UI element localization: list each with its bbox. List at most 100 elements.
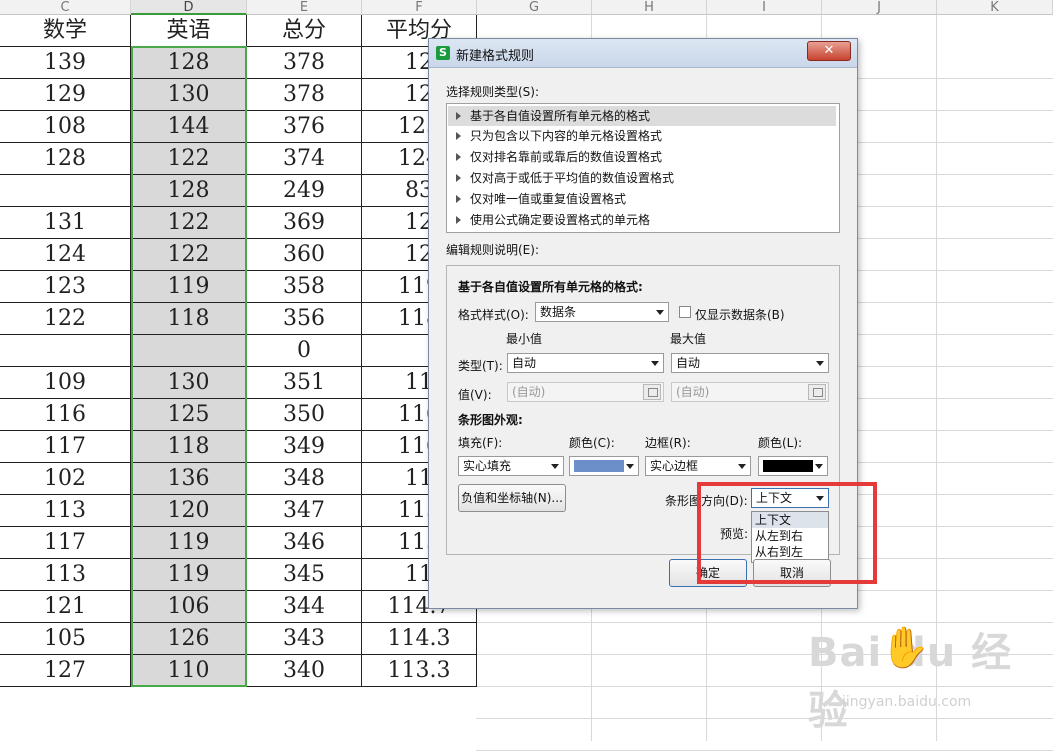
table-cell[interactable]: 131 [0,207,131,239]
table-cell[interactable]: 125 [131,399,247,431]
table-cell[interactable]: 102 [0,463,131,495]
fill-color-picker[interactable] [569,456,639,476]
table-cell[interactable]: 356 [247,303,362,335]
table-cell[interactable]: 128 [131,47,247,79]
column-header-e[interactable]: E [247,0,362,15]
table-cell[interactable]: 120 [131,495,247,527]
table-cell[interactable]: 122 [131,207,247,239]
table-cell[interactable]: 106 [131,591,247,623]
ok-button[interactable]: 确定 [669,559,747,587]
header-cell[interactable]: 数学 [0,15,131,47]
direction-option[interactable]: 从右到左 [752,544,828,560]
table-cell[interactable]: 378 [247,79,362,111]
column-header-f[interactable]: F [362,0,477,15]
border-select[interactable]: 实心边框 [645,456,751,476]
table-cell[interactable]: 122 [0,303,131,335]
table-cell[interactable]: 249 [247,175,362,207]
max-type-select[interactable]: 自动 [671,353,829,373]
table-cell[interactable]: 378 [247,47,362,79]
table-cell[interactable]: 119 [131,527,247,559]
table-cell[interactable]: 113 [0,495,131,527]
cancel-button[interactable]: 取消 [753,559,831,587]
column-header-c[interactable]: C [0,0,131,15]
fill-select[interactable]: 实心填充 [458,456,564,476]
header-cell[interactable]: 总分 [247,15,362,47]
table-cell[interactable] [131,335,247,367]
max-value-field[interactable]: (自动) [671,382,829,402]
table-cell[interactable]: 116 [0,399,131,431]
rule-type-item[interactable]: 只为包含以下内容的单元格设置格式 [448,126,836,146]
table-cell[interactable]: 128 [0,143,131,175]
rule-type-item[interactable]: 使用公式确定要设置格式的单元格 [448,210,836,230]
negative-axis-button[interactable]: 负值和坐标轴(N)... [458,484,566,512]
table-cell[interactable]: 118 [131,303,247,335]
table-cell[interactable]: 126 [131,623,247,655]
table-cell[interactable]: 113 [0,559,131,591]
table-cell[interactable]: 139 [0,47,131,79]
table-cell[interactable]: 119 [131,271,247,303]
table-cell[interactable]: 369 [247,207,362,239]
table-cell[interactable]: 108 [0,111,131,143]
table-cell[interactable]: 345 [247,559,362,591]
table-cell[interactable]: 346 [247,527,362,559]
table-cell[interactable]: 343 [247,623,362,655]
table-cell[interactable]: 122 [131,239,247,271]
table-cell[interactable]: 144 [131,111,247,143]
table-cell[interactable]: 360 [247,239,362,271]
column-header-d[interactable]: D [131,0,247,15]
column-header-i[interactable]: I [707,0,822,15]
table-cell[interactable]: 114.3 [362,623,477,655]
table-cell[interactable]: 117 [0,527,131,559]
direction-option[interactable]: 上下文 [752,512,828,528]
header-cell[interactable]: 英语 [131,15,247,47]
table-cell[interactable]: 110 [131,655,247,687]
table-cell[interactable]: 105 [0,623,131,655]
table-cell[interactable]: 358 [247,271,362,303]
table-cell[interactable]: 351 [247,367,362,399]
column-header-h[interactable]: H [592,0,707,15]
table-cell[interactable]: 136 [131,463,247,495]
table-cell[interactable]: 123 [0,271,131,303]
table-cell[interactable]: 0 [247,335,362,367]
table-cell[interactable]: 124 [0,239,131,271]
range-picker-icon[interactable] [808,384,826,400]
rule-type-item[interactable]: 基于各自值设置所有单元格的格式 [448,106,836,126]
table-cell[interactable]: 340 [247,655,362,687]
min-type-select[interactable]: 自动 [507,353,664,373]
dialog-titlebar[interactable]: S 新建格式规则 ✕ [429,39,857,68]
rule-type-list[interactable]: 基于各自值设置所有单元格的格式 只为包含以下内容的单元格设置格式 仅对排名靠前或… [446,103,840,233]
rule-type-item[interactable]: 仅对唯一值或重复值设置格式 [448,189,836,209]
table-cell[interactable]: 118 [131,431,247,463]
bar-direction-dropdown[interactable]: 上下文 从左到右 从右到左 [751,511,829,563]
table-cell[interactable]: 113.3 [362,655,477,687]
range-picker-icon[interactable] [643,384,661,400]
table-cell[interactable]: 117 [0,431,131,463]
table-cell[interactable] [0,175,131,207]
table-cell[interactable]: 130 [131,367,247,399]
border-color-picker[interactable] [758,456,828,476]
table-cell[interactable]: 349 [247,431,362,463]
table-cell[interactable]: 350 [247,399,362,431]
rule-type-item[interactable]: 仅对排名靠前或靠后的数值设置格式 [448,147,836,167]
format-style-select[interactable]: 数据条 [535,302,669,322]
table-cell[interactable]: 121 [0,591,131,623]
table-cell[interactable]: 344 [247,591,362,623]
bar-direction-select[interactable]: 上下文 [751,488,829,508]
close-button[interactable]: ✕ [807,41,851,61]
direction-option[interactable]: 从左到右 [752,528,828,544]
column-header-g[interactable]: G [477,0,592,15]
table-cell[interactable]: 119 [131,559,247,591]
column-header-k[interactable]: K [937,0,1053,15]
table-cell[interactable]: 348 [247,463,362,495]
table-cell[interactable]: 128 [131,175,247,207]
table-cell[interactable]: 347 [247,495,362,527]
table-cell[interactable]: 109 [0,367,131,399]
table-cell[interactable] [0,335,131,367]
column-header-j[interactable]: J [822,0,937,15]
table-cell[interactable]: 374 [247,143,362,175]
table-cell[interactable]: 127 [0,655,131,687]
min-value-field[interactable]: (自动) [507,382,664,402]
table-cell[interactable]: 129 [0,79,131,111]
table-cell[interactable]: 130 [131,79,247,111]
table-cell[interactable]: 376 [247,111,362,143]
